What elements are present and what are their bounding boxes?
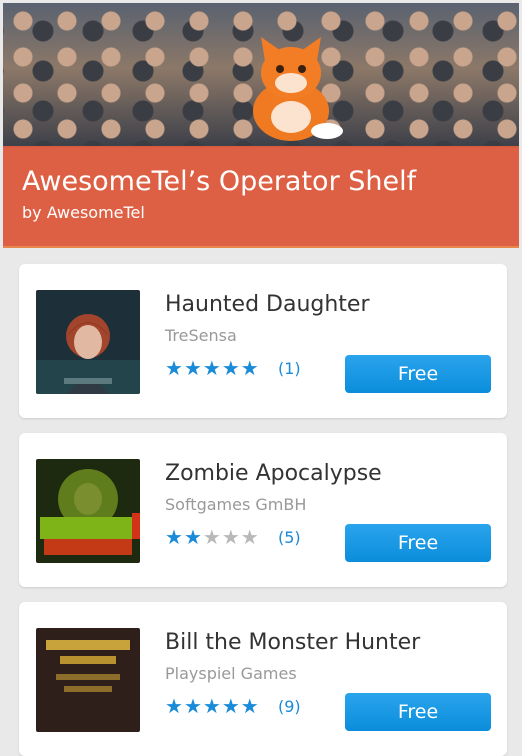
star-rating: ★★★★★ bbox=[165, 356, 260, 380]
star-empty-icon: ★ bbox=[221, 525, 241, 549]
star-icon: ★ bbox=[221, 694, 241, 718]
review-count[interactable]: (5) bbox=[278, 528, 301, 547]
app-card[interactable]: Bill the Monster Hunter Playspiel Games … bbox=[19, 602, 507, 756]
app-title[interactable]: Zombie Apocalypse bbox=[165, 461, 382, 486]
app-card[interactable]: Haunted Daughter TreSensa ★★★★★ (1) Free bbox=[19, 264, 507, 418]
star-rating: ★★★★★ bbox=[165, 525, 260, 549]
star-empty-icon: ★ bbox=[240, 525, 260, 549]
star-icon: ★ bbox=[202, 694, 222, 718]
star-rating: ★★★★★ bbox=[165, 694, 260, 718]
app-developer: Softgames GmBH bbox=[165, 495, 307, 514]
star-empty-icon: ★ bbox=[202, 525, 222, 549]
star-icon: ★ bbox=[202, 356, 222, 380]
star-icon: ★ bbox=[221, 356, 241, 380]
star-icon: ★ bbox=[183, 694, 203, 718]
app-title[interactable]: Haunted Daughter bbox=[165, 292, 370, 317]
star-icon: ★ bbox=[165, 356, 184, 380]
shelf-header: AwesomeTel’s Operator Shelf by AwesomeTe… bbox=[3, 3, 519, 248]
app-icon-bill-the-monster-hunter bbox=[36, 628, 140, 732]
review-count[interactable]: (9) bbox=[278, 697, 301, 716]
app-icon-zombie-apocalypse bbox=[36, 459, 140, 563]
app-developer: Playspiel Games bbox=[165, 664, 297, 683]
star-icon: ★ bbox=[165, 525, 184, 549]
app-title[interactable]: Bill the Monster Hunter bbox=[165, 630, 420, 655]
shelf-title: AwesomeTel’s Operator Shelf bbox=[22, 166, 417, 197]
install-button[interactable]: Free bbox=[345, 524, 491, 562]
fox-mascot-icon bbox=[253, 37, 343, 141]
install-button[interactable]: Free bbox=[345, 693, 491, 731]
app-developer: TreSensa bbox=[165, 326, 237, 345]
title-banner bbox=[3, 146, 519, 248]
app-icon-haunted-daughter bbox=[36, 290, 140, 394]
star-icon: ★ bbox=[240, 694, 260, 718]
install-button[interactable]: Free bbox=[345, 355, 491, 393]
review-count[interactable]: (1) bbox=[278, 359, 301, 378]
app-card[interactable]: Zombie Apocalypse Softgames GmBH ★★★★★ (… bbox=[19, 433, 507, 587]
star-icon: ★ bbox=[183, 525, 203, 549]
star-icon: ★ bbox=[240, 356, 260, 380]
star-icon: ★ bbox=[165, 694, 184, 718]
banner-accent-strip bbox=[3, 246, 519, 248]
shelf-subtitle: by AwesomeTel bbox=[22, 203, 145, 222]
star-icon: ★ bbox=[183, 356, 203, 380]
